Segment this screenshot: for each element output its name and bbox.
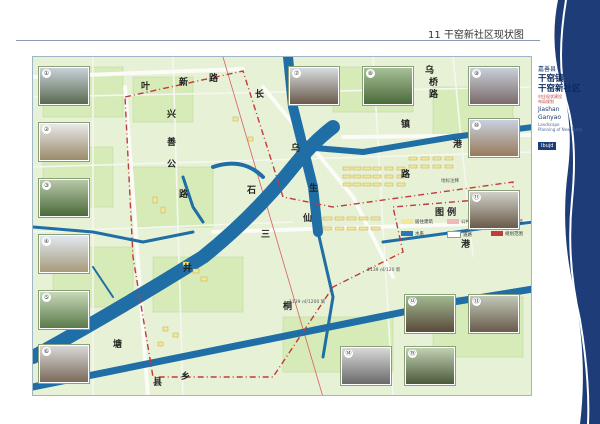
badge-en2: Ganyao xyxy=(538,114,562,121)
legend-item: 道路 xyxy=(447,231,472,238)
badge-en1: Jiashan xyxy=(538,106,560,113)
badge-community: 干窑新社区 xyxy=(538,84,581,94)
road-label: 石 xyxy=(247,186,257,196)
badge-logo: Ibujd xyxy=(538,142,557,150)
photo-thumbnail[interactable]: ⑨ xyxy=(469,67,519,105)
road-label: 塘 xyxy=(113,340,123,350)
road-label: 仙 xyxy=(303,214,313,224)
header-rule xyxy=(16,40,540,41)
photo-thumbnail[interactable]: ⑩ xyxy=(469,119,519,157)
road-label: 乡 xyxy=(181,372,191,382)
road-label: 井 xyxy=(183,264,193,274)
road-label: 三 xyxy=(261,230,271,240)
photo-thumbnail[interactable]: ③ xyxy=(39,179,89,217)
road-label: 县 xyxy=(153,378,163,388)
photo-thumbnail[interactable]: ① xyxy=(39,67,89,105)
photo-thumbnail[interactable]: ⑧ xyxy=(363,67,413,105)
legend-title: 图 例 xyxy=(435,208,457,218)
legend-item: 居住建筑 xyxy=(401,219,433,225)
map-canvas[interactable]: 叶 新 路 长 兴 善 公 路 石 井 三 塘 桐 乡 县 乌 镇 路 生 仙 … xyxy=(32,56,532,396)
photo-thumbnail[interactable]: ⑮ xyxy=(405,347,455,385)
photo-thumbnail[interactable]: ⑥ xyxy=(39,345,89,383)
road-label: 路 xyxy=(209,74,219,84)
photo-thumbnail[interactable]: ⑪ xyxy=(469,191,519,229)
scale-note: 地标注释 xyxy=(441,179,459,184)
badge-town: 干窑镇 xyxy=(538,74,564,84)
photo-thumbnail[interactable]: ⑤ xyxy=(39,291,89,329)
road-label: 港 xyxy=(453,140,463,150)
legend-item: 规划范围 xyxy=(491,231,523,237)
swatch-public-icon xyxy=(447,219,459,224)
photo-thumbnail[interactable]: ④ xyxy=(39,235,89,273)
road-label: 新 xyxy=(179,78,189,88)
badge-county: 嘉善县 xyxy=(538,66,557,73)
side-river-decoration xyxy=(554,0,600,424)
road-label: 兴 xyxy=(167,110,177,120)
scale-note: 1139 ㎡/1200 新 xyxy=(289,300,326,305)
photo-thumbnail[interactable]: ⑫ xyxy=(405,295,455,333)
badge-sub2: 布局规划 xyxy=(538,99,554,104)
project-badge: 嘉善县 干窑镇 干窑新社区 村庄现状建设 布局规划 Jiashan Ganyao… xyxy=(538,66,588,151)
photo-thumbnail[interactable]: ⑬ xyxy=(469,295,519,333)
legend-item: 水系 xyxy=(401,231,424,237)
road-label: 长 xyxy=(255,90,265,100)
photo-thumbnail[interactable]: ⑦ xyxy=(289,67,339,105)
road-label: 乌 xyxy=(291,144,301,154)
swatch-road-icon xyxy=(447,231,461,238)
road-label: 生 xyxy=(309,184,319,194)
page-header-title: 11 干窑新社区现状图 xyxy=(428,30,524,41)
road-label: 叶 xyxy=(141,82,151,92)
swatch-boundary-icon xyxy=(491,231,503,236)
photo-thumbnail[interactable]: ⑭ xyxy=(341,347,391,385)
swatch-residential-icon xyxy=(401,219,413,224)
road-label: 善 xyxy=(167,138,177,148)
photo-thumbnail[interactable]: ② xyxy=(39,123,89,161)
road-label: 路 xyxy=(429,90,439,100)
road-label: 镇 xyxy=(401,120,411,130)
road-label: 公 xyxy=(167,160,177,170)
road-label: 路 xyxy=(401,170,411,180)
swatch-water-icon xyxy=(401,231,413,236)
badge-en4: Planning of New Rural xyxy=(538,127,582,132)
road-label: 路 xyxy=(179,190,189,200)
